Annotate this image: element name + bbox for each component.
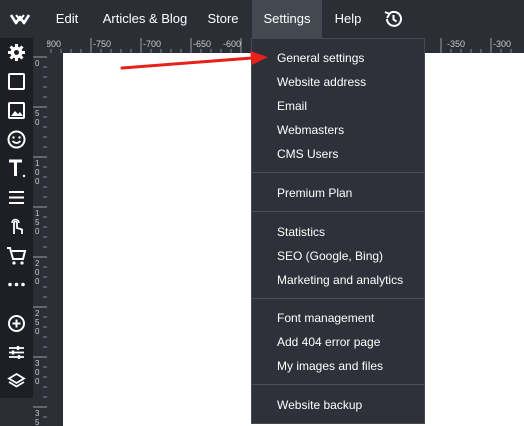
ruler-label: -650 xyxy=(193,39,212,49)
ruler-label: -600 xyxy=(223,39,242,49)
menu-settings[interactable]: Settings xyxy=(252,0,322,38)
menu-item-premium-plan[interactable]: Premium Plan xyxy=(252,181,424,205)
menu-item-website-backup[interactable]: Website backup xyxy=(252,393,424,417)
vertical-ruler: 050100150200250300350 xyxy=(33,53,47,426)
logo-icon[interactable] xyxy=(8,8,34,30)
menu-item-statistics[interactable]: Statistics xyxy=(252,220,424,244)
menu-item-add-404-page[interactable]: Add 404 error page xyxy=(252,330,424,354)
add-icon[interactable] xyxy=(4,311,29,336)
left-toolbar xyxy=(0,38,33,398)
menu-item-general-settings[interactable]: General settings xyxy=(252,46,424,70)
smiley-icon[interactable] xyxy=(4,127,29,152)
touch-icon[interactable] xyxy=(4,214,29,239)
annotation-arrow-icon xyxy=(118,50,270,72)
menu-item-font-management[interactable]: Font management xyxy=(252,306,424,330)
cart-icon[interactable] xyxy=(4,243,29,268)
square-icon[interactable] xyxy=(4,69,29,94)
menu-item-website-address[interactable]: Website address xyxy=(252,70,424,94)
text-icon[interactable] xyxy=(4,156,29,181)
menu-item-marketing-analytics[interactable]: Marketing and analytics xyxy=(252,268,424,292)
menu-item-cms-users[interactable]: CMS Users xyxy=(252,142,424,166)
ruler-label: -700 xyxy=(143,39,162,49)
menu-store[interactable]: Store xyxy=(198,0,248,38)
more-icon[interactable] xyxy=(4,272,29,297)
menu-lines-icon[interactable] xyxy=(4,185,29,210)
menu-item-email[interactable]: Email xyxy=(252,94,424,118)
history-icon[interactable] xyxy=(382,8,404,30)
sliders-icon[interactable] xyxy=(4,340,29,365)
ruler-label: -750 xyxy=(93,39,112,49)
settings-dropdown: General settings Website address Email W… xyxy=(251,38,425,424)
menu-articles-blog[interactable]: Articles & Blog xyxy=(96,0,194,38)
menu-edit[interactable]: Edit xyxy=(46,0,88,38)
layers-icon[interactable] xyxy=(4,369,29,394)
menu-separator xyxy=(252,211,424,212)
ruler-corner xyxy=(33,38,47,53)
menu-item-images-files[interactable]: My images and files xyxy=(252,354,424,378)
ruler-label: -300 xyxy=(493,39,512,49)
menu-help[interactable]: Help xyxy=(326,0,370,38)
menu-separator xyxy=(252,298,424,299)
image-icon[interactable] xyxy=(4,98,29,123)
top-menu-bar: Edit Articles & Blog Store Settings Help xyxy=(0,0,524,38)
gear-icon[interactable] xyxy=(4,40,29,65)
toolbar-footer xyxy=(0,398,33,426)
menu-item-seo[interactable]: SEO (Google, Bing) xyxy=(252,244,424,268)
ruler-label: -350 xyxy=(447,39,466,49)
menu-item-webmasters[interactable]: Webmasters xyxy=(252,118,424,142)
menu-separator xyxy=(252,384,424,385)
menu-separator xyxy=(252,172,424,173)
